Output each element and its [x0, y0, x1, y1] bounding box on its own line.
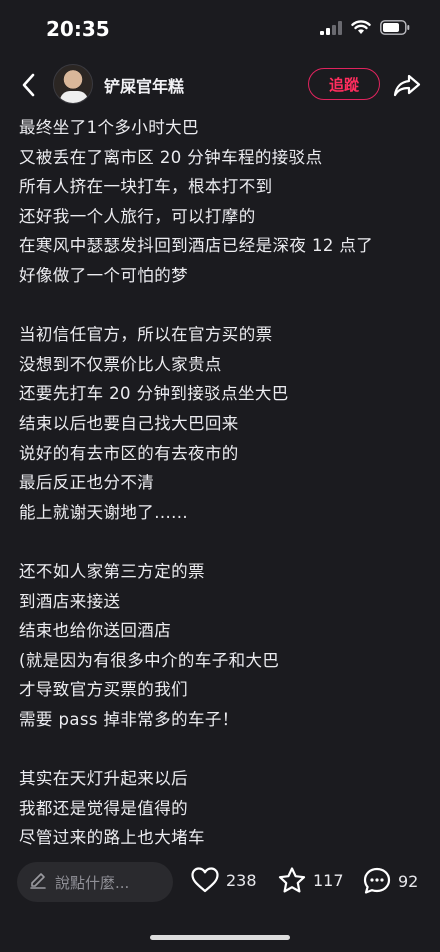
post-line: 还不如人家第三方定的票	[19, 561, 205, 581]
favorite-count: 117	[313, 871, 344, 890]
heart-icon	[191, 867, 219, 893]
post-line: 没想到不仅票价比人家贵点	[19, 354, 222, 374]
post-line: 当初信任官方，所以在官方买的票	[19, 325, 273, 345]
author-name[interactable]: 铲屎官年糕	[104, 73, 184, 97]
post-line: 结束也给你送回酒店	[19, 621, 172, 641]
post-line: 好像做了一个可怕的梦	[19, 265, 188, 285]
post-line: 还要先打车 20 分钟到接驳点坐大巴	[19, 384, 289, 404]
post-body: 最终坐了1个多小时大巴 又被丢在了离市区 20 分钟车程的接驳点 所有人挤在一块…	[19, 113, 429, 853]
favorite-button[interactable]: 117	[277, 866, 344, 895]
post-line: 在寒风中瑟瑟发抖回到酒店已经是深夜 12 点了	[19, 236, 374, 256]
status-icons	[320, 20, 410, 39]
back-button[interactable]	[16, 70, 44, 100]
engagement-bar: 說點什麼... 238 117 92	[0, 850, 440, 914]
star-icon	[278, 867, 306, 893]
wifi-icon	[351, 20, 371, 39]
home-indicator	[150, 935, 290, 940]
cellular-signal-icon	[320, 20, 342, 39]
comment-placeholder: 說點什麼...	[55, 873, 130, 892]
comment-button[interactable]: 92	[362, 866, 418, 896]
comment-input[interactable]: 說點什麼...	[17, 862, 173, 902]
post-line: 其实在天灯升起来以后	[19, 769, 188, 789]
post-line: 结束以后也要自己找大巴回来	[19, 413, 239, 433]
post-line: 我都还是觉得是值得的	[19, 798, 188, 818]
battery-icon	[380, 20, 410, 39]
post-line: 最后反正也分不清	[19, 473, 155, 493]
follow-button[interactable]: 追蹤	[308, 68, 380, 100]
avatar[interactable]	[53, 64, 93, 104]
share-icon	[393, 74, 421, 97]
post-line: 才导致官方买票的我们	[19, 680, 188, 700]
status-bar: 20:35	[0, 0, 440, 56]
post-line: 又被丢在了离市区 20 分钟车程的接驳点	[19, 147, 323, 167]
post-line: 所有人挤在一块打车，根本打不到	[19, 177, 273, 197]
pencil-icon	[29, 871, 47, 893]
speech-bubble-icon	[363, 867, 391, 894]
post-header: 铲屎官年糕 追蹤	[0, 62, 440, 108]
like-count: 238	[226, 870, 257, 890]
chevron-left-icon	[22, 73, 35, 97]
post-line: 最终坐了1个多小时大巴	[19, 118, 199, 137]
post-line: 到酒店来接送	[19, 591, 121, 611]
post-line: 还好我一个人旅行，可以打摩的	[19, 206, 256, 226]
status-time: 20:35	[46, 17, 110, 41]
post-line: 说好的有去市区的有去夜市的	[19, 443, 239, 463]
comment-count: 92	[398, 871, 419, 891]
post-line: 尽管过来的路上也大堵车	[19, 828, 205, 848]
post-line: 能上就谢天谢地了......	[19, 502, 189, 522]
post-line: 需要 pass 掉非常多的车子！	[19, 709, 239, 729]
like-button[interactable]: 238	[190, 866, 257, 894]
post-line: (就是因为有很多中介的车子和大巴	[19, 650, 280, 670]
share-button[interactable]	[392, 70, 422, 100]
